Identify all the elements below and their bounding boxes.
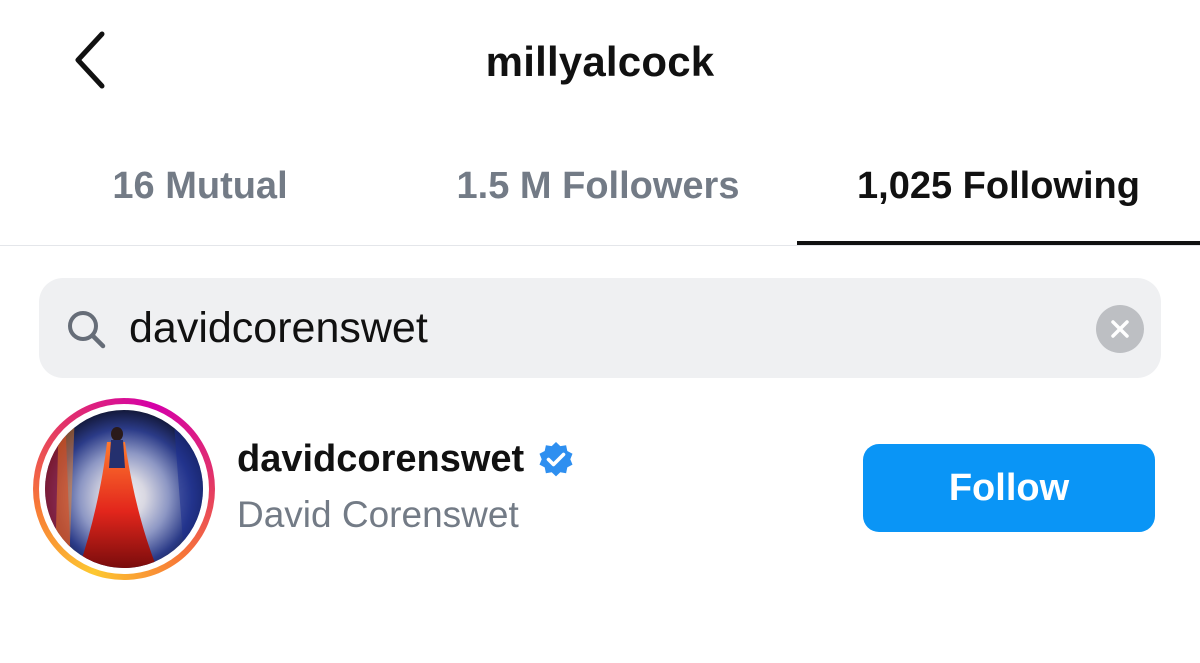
- tab-bar: 16 Mutual 1.5 M Followers 1,025 Followin…: [0, 125, 1200, 247]
- list-item[interactable]: davidcorenswet David Corenswet Follow: [0, 390, 1200, 590]
- tab-divider: [0, 245, 1200, 246]
- tab-mutual[interactable]: 16 Mutual: [0, 125, 400, 247]
- clear-search-button[interactable]: [1096, 305, 1144, 353]
- verified-badge-icon: [539, 441, 573, 476]
- tab-followers[interactable]: 1.5 M Followers: [398, 125, 798, 247]
- story-ring[interactable]: [33, 398, 215, 580]
- active-tab-indicator: [797, 241, 1200, 245]
- search-icon: [68, 311, 106, 349]
- search-bar[interactable]: [39, 278, 1161, 378]
- search-input[interactable]: [129, 298, 1069, 358]
- avatar: [45, 410, 203, 568]
- result-full-name: David Corenswet: [237, 494, 519, 535]
- tab-following[interactable]: 1,025 Following: [797, 125, 1200, 247]
- clear-icon: [1111, 320, 1129, 338]
- header: millyalcock: [0, 0, 1200, 125]
- result-username[interactable]: davidcorenswet: [237, 438, 524, 481]
- page-title: millyalcock: [485, 38, 715, 85]
- following-screen: millyalcock 16 Mutual 1.5 M Followers 1,…: [0, 0, 1200, 663]
- follow-button[interactable]: Follow: [863, 444, 1155, 532]
